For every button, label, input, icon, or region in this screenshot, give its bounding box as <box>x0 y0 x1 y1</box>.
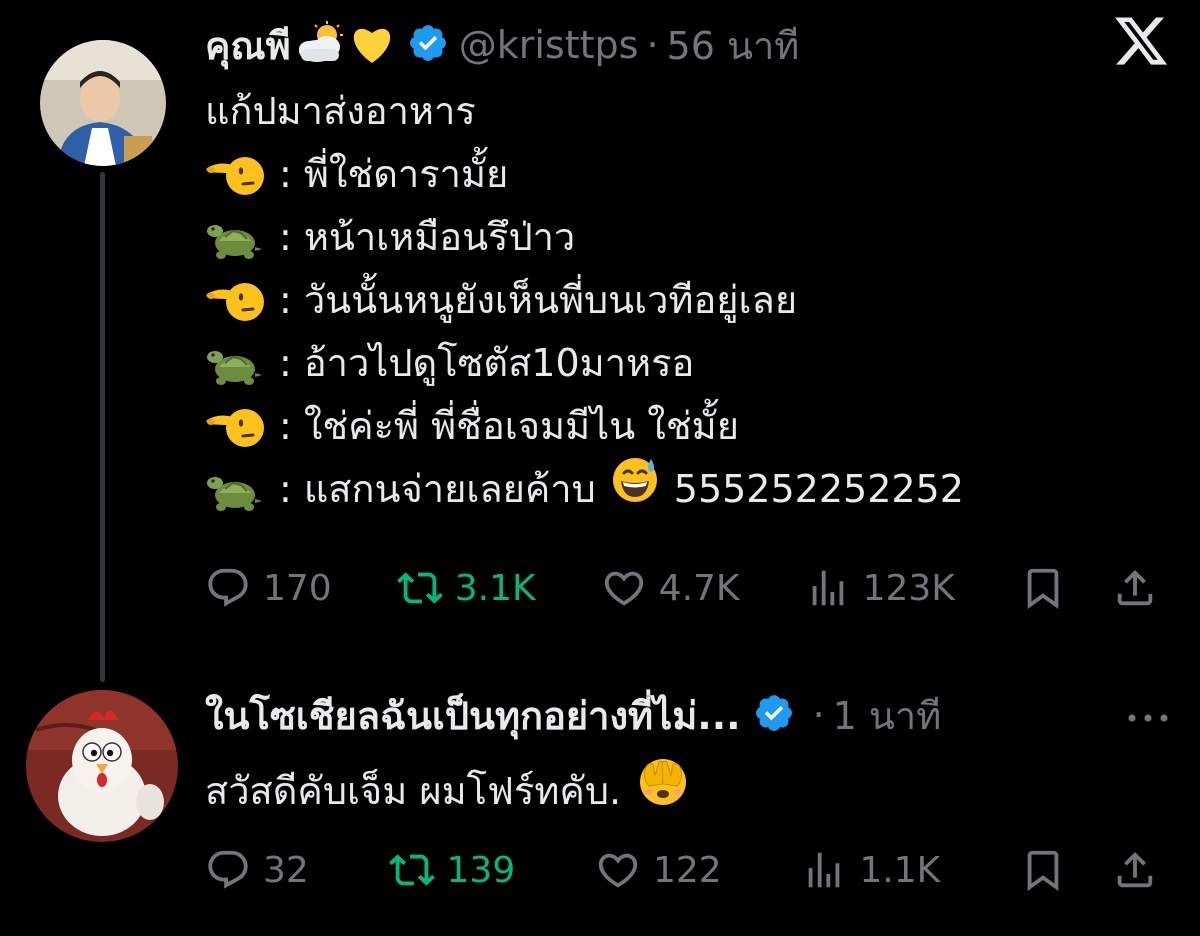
like-button[interactable]: 122 <box>595 847 722 893</box>
more-options-icon[interactable] <box>1126 710 1170 730</box>
repost-icon <box>396 572 443 604</box>
turtle-icon <box>205 213 265 263</box>
dialogue-text: หน้าเหมือนรึป่าว <box>303 215 576 259</box>
reply-body: สวัสดีคับเจ็ม ผมโฟร์ทคับ. <box>205 759 689 823</box>
bookmark-icon <box>1027 568 1059 609</box>
post-action-bar: 170 3.1K 4.7K 123K <box>205 558 1170 618</box>
turtle-icon <box>205 465 265 515</box>
reply-icon <box>208 568 248 607</box>
share-icon <box>1117 851 1153 888</box>
reply-line: สวัสดีคับเจ็ม ผมโฟร์ทคับ. <box>205 759 689 823</box>
post-line-text: แก้ปมาส่งอาหาร <box>205 89 476 133</box>
reply-secondary-actions <box>1020 847 1170 893</box>
verified-badge-icon[interactable] <box>753 692 795 738</box>
repost-count: 139 <box>446 849 516 891</box>
dialogue-line: : อ้าวไปดูโซตัส10มาหรอ <box>205 332 964 395</box>
views-icon <box>809 852 840 888</box>
reply-action-bar: 32 139 122 1.1K <box>205 840 1170 900</box>
heart-icon <box>604 571 643 606</box>
dialogue-line: : พี่ใช่ดารามั้ย <box>205 143 964 206</box>
reply-author-name[interactable]: ในโซเชียลฉันเป็นทุกอย่างที่ไม่... <box>205 685 741 746</box>
post-secondary-actions <box>1020 565 1170 611</box>
views-button[interactable]: 123K <box>805 565 955 611</box>
colon: : <box>279 467 292 511</box>
like-button[interactable]: 4.7K <box>601 565 740 611</box>
reply-author-avatar[interactable] <box>26 690 178 842</box>
reply-count: 32 <box>263 849 309 891</box>
separator-dot: · <box>646 23 659 67</box>
author-handle[interactable]: @kristtps <box>459 23 639 67</box>
verified-badge-icon[interactable] <box>407 22 449 68</box>
colon: : <box>279 404 292 448</box>
post-body: แก้ปมาส่งอาหาร : พี่ใช่ดารามั้ย: หน้าเห… <box>205 80 964 521</box>
dialogue-tail-text: 555252252252 <box>673 467 964 511</box>
reply-time[interactable]: 1 นาที <box>833 685 942 746</box>
x-thread-view: คุณพี @kristtps · 56 นาที แก้ปมาส่งอาหาร… <box>0 0 1200 936</box>
reply-icon <box>208 850 248 889</box>
repost-icon <box>388 854 435 886</box>
author-avatar[interactable] <box>40 40 166 166</box>
colon: : <box>279 278 292 322</box>
share-button[interactable] <box>1112 847 1170 893</box>
reply-button[interactable]: 32 <box>205 847 309 893</box>
thread-connector-line <box>100 172 105 682</box>
colon: : <box>279 152 292 196</box>
sun-behind-cloud-icon <box>295 21 345 69</box>
author-name[interactable]: คุณพี <box>205 15 291 76</box>
views-icon <box>812 570 843 606</box>
repost-count: 3.1K <box>454 567 536 609</box>
share-button[interactable] <box>1112 565 1170 611</box>
colon: : <box>279 341 292 385</box>
repost-button[interactable]: 3.1K <box>396 565 536 611</box>
dialogue-text: แสกนจ่ายเลยค้าบ <box>303 467 596 511</box>
post-line: แก้ปมาส่งอาหาร <box>205 80 964 143</box>
reply-header: ในโซเชียลฉันเป็นทุกอย่างที่ไม่... · 1 นา… <box>205 686 941 744</box>
face-with-hand-over-eyes-icon <box>637 756 689 827</box>
x-logo-icon[interactable] <box>1112 12 1170 70</box>
dialogue-line: : แสกนจ่ายเลยค้าบ 555252252252 <box>205 458 964 521</box>
views-button[interactable]: 1.1K <box>801 847 940 893</box>
heart-icon <box>598 853 638 888</box>
dialogue-text: วันนั้นหนูยังเห็นพี่บนเวทีอยู่เลย <box>303 278 798 322</box>
bookmark-button[interactable] <box>1020 565 1078 611</box>
share-icon <box>1117 569 1153 606</box>
colon: : <box>279 215 292 259</box>
bookmark-button[interactable] <box>1020 847 1078 893</box>
separator-dot: · <box>812 693 825 737</box>
reply-button[interactable]: 170 <box>205 565 332 611</box>
turtle-icon <box>205 339 265 389</box>
dialogue-line: : หน้าเหมือนรึป่าว <box>205 206 964 269</box>
views-count: 123K <box>862 567 955 609</box>
dialogue-line: : ใช่ค่ะพี่ พี่ชื่อเจมมีไน ใช่มั้ย <box>205 395 964 458</box>
repost-button[interactable]: 139 <box>388 847 516 893</box>
grinning-sweat-icon <box>610 455 660 524</box>
bookmark-icon <box>1027 850 1059 891</box>
post-time[interactable]: 56 นาที <box>667 15 800 76</box>
pointing-face-icon <box>205 276 265 326</box>
views-count: 1.1K <box>859 849 941 891</box>
pointing-face-icon <box>205 150 265 200</box>
dialogue-line: : วันนั้นหนูยังเห็นพี่บนเวทีอยู่เลย <box>205 269 964 332</box>
like-count: 4.7K <box>658 567 740 609</box>
reply-count: 170 <box>263 567 332 609</box>
dialogue-text: อ้าวไปดูโซตัส10มาหรอ <box>303 341 695 385</box>
dialogue-text: พี่ใช่ดารามั้ย <box>303 152 509 196</box>
dialogue-text: ใช่ค่ะพี่ พี่ชื่อเจมมีไน ใช่มั้ย <box>303 404 739 448</box>
like-count: 122 <box>652 849 722 891</box>
post-header: คุณพี @kristtps · 56 นาที <box>205 16 799 74</box>
reply-text: สวัสดีคับเจ็ม ผมโฟร์ทคับ. <box>205 769 622 813</box>
yellow-heart-icon <box>349 21 395 69</box>
pointing-face-icon <box>205 402 265 452</box>
